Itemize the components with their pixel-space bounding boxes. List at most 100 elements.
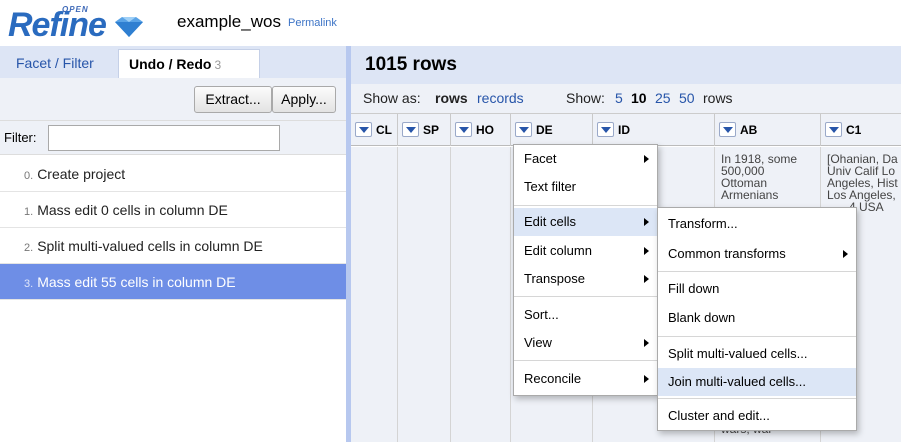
- menu-separator: [658, 398, 856, 399]
- history-index: 0.: [24, 170, 34, 182]
- history-toolbar: Extract... Apply...: [0, 78, 346, 121]
- show-as-rows[interactable]: rows: [435, 90, 468, 106]
- menu-item-view[interactable]: View: [514, 329, 657, 357]
- page-size-5[interactable]: 5: [615, 90, 623, 106]
- cell-ab[interactable]: In 1918, some 500,000 Ottoman Armenians: [721, 153, 816, 201]
- cell-c1[interactable]: [Ohanian, Da Univ Calif Lo Angeles, Hist…: [827, 153, 901, 213]
- edit-cells-submenu: Transform... Common transforms Fill down…: [657, 207, 857, 431]
- menu-item-label: Cluster and edit...: [668, 408, 770, 423]
- undo-count-badge: 3: [214, 58, 222, 72]
- dropdown-arrow-icon[interactable]: [455, 122, 472, 137]
- menu-item-label: Blank down: [668, 310, 736, 325]
- column-name: CL: [376, 123, 392, 137]
- history-index: 3.: [24, 278, 34, 290]
- submenu-arrow-icon: [644, 375, 649, 383]
- dropdown-arrow-icon[interactable]: [355, 122, 372, 137]
- submenu-item-split-multi-valued[interactable]: Split multi-valued cells...: [658, 340, 856, 368]
- apply-button[interactable]: Apply...: [272, 86, 336, 113]
- menu-item-label: Transform...: [668, 216, 738, 231]
- logo-open-label: OPEN: [62, 5, 89, 14]
- history-index: 2.: [24, 242, 34, 254]
- project-name[interactable]: example_wos: [177, 12, 281, 32]
- column-header-c1[interactable]: C1: [821, 114, 901, 146]
- filter-input[interactable]: [48, 125, 280, 151]
- menu-item-edit-column[interactable]: Edit column: [514, 237, 657, 265]
- menu-item-label: Join multi-valued cells...: [668, 374, 806, 389]
- submenu-arrow-icon: [644, 218, 649, 226]
- submenu-item-common-transforms[interactable]: Common transforms: [658, 240, 856, 268]
- menu-item-label: Fill down: [668, 281, 720, 296]
- menu-separator: [658, 271, 856, 272]
- grid-column: [398, 147, 451, 442]
- menu-item-reconcile[interactable]: Reconcile: [514, 365, 657, 393]
- column-name: DE: [536, 123, 553, 137]
- tab-facet-filter[interactable]: Facet / Filter: [6, 49, 104, 78]
- submenu-item-blank-down[interactable]: Blank down: [658, 304, 856, 332]
- dropdown-arrow-icon[interactable]: [597, 122, 614, 137]
- menu-item-transpose[interactable]: Transpose: [514, 265, 657, 293]
- dropdown-arrow-icon[interactable]: [825, 122, 842, 137]
- history-list: 0. Create project 1. Mass edit 0 cells in …: [0, 156, 346, 300]
- history-label: Split multi-valued cells in column DE: [37, 238, 263, 254]
- column-name: HO: [476, 123, 494, 137]
- column-header-id[interactable]: ID: [593, 114, 715, 146]
- column-headers: CL SP HO DE ID AB C1: [351, 114, 901, 146]
- history-item-selected[interactable]: 3. Mass edit 55 cells in column DE: [0, 264, 346, 300]
- menu-item-label: Text filter: [524, 179, 577, 194]
- menu-item-text-filter[interactable]: Text filter: [514, 173, 657, 201]
- submenu-arrow-icon: [843, 250, 848, 258]
- dropdown-arrow-icon[interactable]: [402, 122, 419, 137]
- submenu-item-cluster-and-edit[interactable]: Cluster and edit...: [658, 402, 856, 430]
- left-tabs: Facet / Filter Undo / Redo 3: [0, 46, 346, 78]
- row-count: 1015 rows: [365, 54, 457, 75]
- filter-label: Filter:: [4, 130, 37, 145]
- left-panel: Facet / Filter Undo / Redo 3 Extract... A…: [0, 46, 346, 442]
- history-item[interactable]: 1. Mass edit 0 cells in column DE: [0, 192, 346, 228]
- submenu-item-transform[interactable]: Transform...: [658, 210, 856, 238]
- history-label: Mass edit 0 cells in column DE: [37, 202, 228, 218]
- grid-column: [451, 147, 511, 442]
- page-size-label: Show:: [566, 90, 605, 106]
- column-name: C1: [846, 123, 862, 137]
- page-size-25[interactable]: 25: [655, 90, 671, 106]
- column-header-cl[interactable]: CL: [351, 114, 398, 146]
- menu-item-edit-cells[interactable]: Edit cells: [514, 208, 657, 236]
- column-header-de[interactable]: DE: [511, 114, 593, 146]
- history-label: Create project: [37, 166, 126, 182]
- menu-item-label: Common transforms: [668, 246, 786, 261]
- menu-item-facet[interactable]: Facet: [514, 145, 657, 173]
- history-index: 1.: [24, 206, 34, 218]
- column-name: ID: [618, 123, 630, 137]
- history-label: Mass edit 55 cells in column DE: [37, 274, 236, 290]
- permalink-link[interactable]: Permalink: [288, 17, 337, 29]
- page-size-10[interactable]: 10: [631, 90, 647, 106]
- menu-item-label: Edit cells: [524, 214, 577, 229]
- summary-bar: 1015 rows: [351, 46, 901, 84]
- logo-wordmark: Refine: [8, 6, 107, 44]
- column-header-ho[interactable]: HO: [451, 114, 511, 146]
- column-name: SP: [423, 123, 440, 137]
- menu-item-sort[interactable]: Sort...: [514, 301, 657, 329]
- submenu-arrow-icon: [644, 275, 649, 283]
- dropdown-arrow-icon[interactable]: [515, 122, 532, 137]
- column-dropdown-menu: Facet Text filter Edit cells Edit column…: [513, 144, 658, 396]
- refine-logo[interactable]: Refine OPEN: [6, 2, 146, 44]
- column-header-ab[interactable]: AB: [715, 114, 821, 146]
- submenu-item-fill-down[interactable]: Fill down: [658, 275, 856, 303]
- menu-item-label: View: [524, 335, 552, 350]
- submenu-item-join-multi-valued[interactable]: Join multi-valued cells...: [658, 368, 856, 396]
- grid-column: [351, 147, 398, 442]
- show-as-records-link[interactable]: records: [477, 90, 524, 106]
- page-size-50[interactable]: 50: [679, 90, 695, 106]
- menu-item-label: Facet: [524, 151, 557, 166]
- view-controls: Show as: rows records Show: 5 10 25 50 r…: [351, 84, 901, 114]
- page-size-suffix: rows: [703, 90, 733, 106]
- column-header-sp[interactable]: SP: [398, 114, 451, 146]
- cell-line: Armenians: [721, 188, 779, 202]
- history-item[interactable]: 0. Create project: [0, 156, 346, 192]
- submenu-arrow-icon: [644, 247, 649, 255]
- history-item[interactable]: 2. Split multi-valued cells in column DE: [0, 228, 346, 264]
- dropdown-arrow-icon[interactable]: [719, 122, 736, 137]
- tab-undo-redo[interactable]: Undo / Redo 3: [118, 49, 260, 78]
- extract-button[interactable]: Extract...: [194, 86, 272, 113]
